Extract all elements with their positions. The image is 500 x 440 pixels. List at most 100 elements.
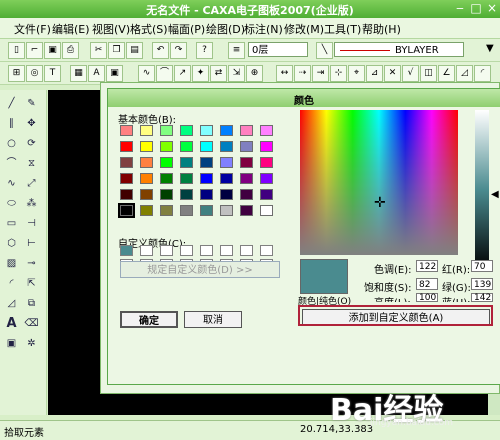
text-icon[interactable]: T <box>44 65 61 82</box>
basic-color-swatch[interactable] <box>120 189 133 200</box>
pen-icon[interactable]: ✎ <box>24 96 39 111</box>
circle-icon[interactable]: ○ <box>4 136 19 151</box>
block-icon[interactable]: ▣ <box>4 336 19 351</box>
basic-color-swatch[interactable] <box>200 125 213 136</box>
basic-color-swatch[interactable] <box>160 141 173 152</box>
fillet-icon[interactable]: ◜ <box>474 65 491 82</box>
fillet-icon[interactable]: ◜ <box>4 276 19 291</box>
basic-color-swatch[interactable] <box>140 205 153 216</box>
basic-color-swatch[interactable] <box>260 189 273 200</box>
arc-icon[interactable]: ↗ <box>174 65 191 82</box>
basic-color-swatch[interactable] <box>140 189 153 200</box>
menu-file[interactable]: 文件(F) <box>14 21 51 37</box>
explode-icon[interactable]: ✲ <box>24 336 39 351</box>
linear-dim-icon[interactable]: ↔ <box>276 65 293 82</box>
basic-color-swatch[interactable] <box>180 205 193 216</box>
break-icon[interactable]: ⊸ <box>24 256 39 271</box>
arrow-icon[interactable]: ⇥ <box>312 65 329 82</box>
basic-color-swatch[interactable] <box>160 205 173 216</box>
redo-icon[interactable]: ↷ <box>170 42 187 59</box>
luminance-field[interactable]: 100 <box>416 293 438 303</box>
basic-color-swatch[interactable] <box>120 125 133 136</box>
grid-icon[interactable]: ⊞ <box>8 65 25 82</box>
basic-color-swatch[interactable] <box>180 173 193 184</box>
luminance-slider[interactable] <box>475 110 489 270</box>
center-icon[interactable]: ⊹ <box>330 65 347 82</box>
extend-icon[interactable]: ⊢ <box>24 236 39 251</box>
hue-field[interactable]: 122 <box>416 260 438 272</box>
copy-icon[interactable]: ❐ <box>108 42 125 59</box>
undo-icon[interactable]: ↶ <box>152 42 169 59</box>
angle-icon[interactable]: ∠ <box>438 65 455 82</box>
polygon-icon[interactable]: ⬡ <box>4 236 19 251</box>
basic-color-swatch[interactable] <box>240 157 253 168</box>
menu-tools[interactable]: 工具(T) <box>324 21 361 37</box>
spline-icon[interactable]: ∿ <box>138 65 155 82</box>
linetype-icon[interactable]: ╲ <box>316 42 333 59</box>
point-icon[interactable]: ✦ <box>192 65 209 82</box>
basic-color-swatch[interactable] <box>200 205 213 216</box>
custom-color-swatch[interactable] <box>160 245 173 256</box>
basic-color-swatch[interactable] <box>160 173 173 184</box>
trim-icon[interactable]: ⊣ <box>24 216 39 231</box>
red-field[interactable]: 70 <box>471 260 493 272</box>
basic-color-swatch[interactable] <box>140 173 153 184</box>
menu-view[interactable]: 视图(V) <box>92 21 130 37</box>
menu-format[interactable]: 格式(S) <box>130 21 168 37</box>
image-icon[interactable]: ▣ <box>106 65 123 82</box>
menu-sheet[interactable]: 幅面(P) <box>168 21 205 37</box>
dropdown-arrow-icon[interactable]: ▼ <box>486 43 494 54</box>
basic-color-swatch[interactable] <box>118 203 135 218</box>
basic-color-swatch[interactable] <box>220 189 233 200</box>
scale-icon[interactable]: ⤢ <box>24 176 39 191</box>
saturation-field[interactable]: 82 <box>416 278 438 290</box>
hatch-icon[interactable]: ▦ <box>70 65 87 82</box>
basic-color-swatch[interactable] <box>200 189 213 200</box>
basic-color-swatch[interactable] <box>220 205 233 216</box>
basic-color-swatch[interactable] <box>180 157 193 168</box>
rect-icon[interactable]: ▭ <box>4 216 19 231</box>
basic-color-swatch[interactable] <box>120 141 133 152</box>
save-icon[interactable]: ▣ <box>44 42 61 59</box>
stretch-icon[interactable]: ⇱ <box>24 276 39 291</box>
chamfer-icon[interactable]: ◿ <box>456 65 473 82</box>
erase-icon[interactable]: ⌫ <box>24 316 39 331</box>
basic-color-swatch[interactable] <box>180 189 193 200</box>
menu-dimension[interactable]: 标注(N) <box>244 21 283 37</box>
tol-icon[interactable]: ⊿ <box>366 65 383 82</box>
basic-color-swatch[interactable] <box>240 173 253 184</box>
text-icon[interactable]: A <box>4 316 19 331</box>
font-icon[interactable]: A <box>88 65 105 82</box>
leader-icon[interactable]: ⇢ <box>294 65 311 82</box>
mirror-icon[interactable]: ⇄ <box>210 65 227 82</box>
basic-color-swatch[interactable] <box>260 205 273 216</box>
basic-color-swatch[interactable] <box>220 157 233 168</box>
rough-icon[interactable]: √ <box>402 65 419 82</box>
snap-icon[interactable]: ◎ <box>26 65 43 82</box>
custom-color-swatch[interactable] <box>240 245 253 256</box>
offset-icon[interactable]: ⧉ <box>24 296 39 311</box>
basic-color-swatch[interactable] <box>120 157 133 168</box>
cross-icon[interactable]: ✕ <box>384 65 401 82</box>
dim-icon[interactable]: ⊕ <box>246 65 263 82</box>
weld-icon[interactable]: ⌖ <box>348 65 365 82</box>
layer-combo[interactable]: 0层 <box>248 42 308 57</box>
blue-field[interactable]: 142 <box>471 293 493 303</box>
basic-color-swatch[interactable] <box>140 141 153 152</box>
basic-color-swatch[interactable] <box>200 173 213 184</box>
basic-color-swatch[interactable] <box>200 157 213 168</box>
basic-color-swatch[interactable] <box>220 125 233 136</box>
line-icon[interactable]: ╱ <box>4 96 19 111</box>
base-icon[interactable]: ◫ <box>420 65 437 82</box>
minimize-button[interactable]: ‒ <box>453 2 467 15</box>
print-icon[interactable]: ⎙ <box>62 42 79 59</box>
array-icon[interactable]: ⁂ <box>24 196 39 211</box>
custom-color-swatch[interactable] <box>180 245 193 256</box>
custom-color-swatch[interactable] <box>140 245 153 256</box>
basic-color-swatch[interactable] <box>180 141 193 152</box>
basic-color-swatch[interactable] <box>260 125 273 136</box>
basic-color-swatch[interactable] <box>240 189 253 200</box>
basic-color-swatch[interactable] <box>260 173 273 184</box>
basic-color-swatch[interactable] <box>140 125 153 136</box>
mirror-icon[interactable]: ⧖ <box>24 156 39 171</box>
